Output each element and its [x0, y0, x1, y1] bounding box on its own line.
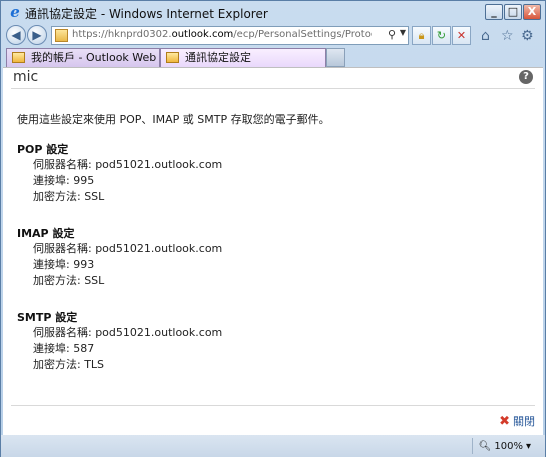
- mail-favicon-icon: [166, 52, 179, 63]
- window-controls: _ □ X: [485, 4, 541, 20]
- tab-my-account[interactable]: 我的帳戶 - Outlook Web App: [6, 48, 181, 67]
- home-icon[interactable]: ⌂: [481, 28, 490, 44]
- intro-text: 使用這些設定來使用 POP、IMAP 或 SMTP 存取您的電子郵件。: [17, 113, 330, 126]
- zoom-control[interactable]: 🔍︎ 100% ▾: [471, 438, 531, 454]
- mail-favicon-icon: [12, 52, 25, 63]
- divider: [11, 88, 535, 89]
- navigation-bar: ◀ ▶ https://hknprd0302.outlook.com/ecp/P…: [1, 23, 545, 47]
- address-url[interactable]: https://hknprd0302.outlook.com/ecp/Perso…: [72, 29, 372, 40]
- zoom-magnifier-icon: 🔍︎: [478, 440, 492, 452]
- pop-settings-section: POP 設定 伺服器名稱: pod51021.outlook.com 連接埠: …: [17, 141, 222, 205]
- browser-window: e 通訊協定設定 - Windows Internet Explorer _ □…: [0, 0, 546, 457]
- tab-label: 我的帳戶 - Outlook Web App: [31, 51, 182, 64]
- port: 連接埠: 587: [33, 342, 95, 355]
- internet-explorer-icon: e: [10, 3, 20, 21]
- page-content: mic ? 使用這些設定來使用 POP、IMAP 或 SMTP 存取您的電子郵件…: [3, 67, 543, 435]
- refresh-icon[interactable]: ↻: [432, 26, 451, 45]
- search-icon[interactable]: ⚲: [388, 28, 396, 41]
- close-x-icon: ✖: [499, 413, 510, 429]
- encryption-method: 加密方法: SSL: [33, 190, 105, 203]
- encryption-method: 加密方法: SSL: [33, 274, 105, 287]
- port: 連接埠: 993: [33, 258, 95, 271]
- server-name: 伺服器名稱: pod51021.outlook.com: [33, 326, 223, 339]
- zoom-level: 100%: [494, 440, 523, 452]
- status-bar: 🔍︎ 100% ▾: [1, 435, 545, 457]
- smtp-settings-section: SMTP 設定 伺服器名稱: pod51021.outlook.com 連接埠:…: [17, 309, 222, 373]
- address-bar[interactable]: https://hknprd0302.outlook.com/ecp/Perso…: [51, 26, 409, 45]
- address-dropdown-icon[interactable]: ▼: [400, 28, 406, 37]
- close-window-button[interactable]: X: [523, 4, 541, 20]
- lock-icon[interactable]: 🔒︎: [412, 26, 431, 45]
- page-title: mic: [13, 69, 39, 85]
- window-title: 通訊協定設定 - Windows Internet Explorer: [25, 7, 268, 21]
- tab-strip: 我的帳戶 - Outlook Web App 通訊協定設定: [1, 47, 545, 67]
- server-name: 伺服器名稱: pod51021.outlook.com: [33, 158, 223, 171]
- new-tab-button[interactable]: [326, 48, 345, 67]
- tab-protocol-settings[interactable]: 通訊協定設定: [160, 48, 326, 67]
- favorites-star-icon[interactable]: ☆: [501, 28, 514, 44]
- section-title: SMTP 設定: [17, 311, 78, 324]
- port: 連接埠: 995: [33, 174, 95, 187]
- minimize-button[interactable]: _: [485, 4, 503, 20]
- maximize-button[interactable]: □: [504, 4, 522, 20]
- back-button[interactable]: ◀: [6, 25, 26, 45]
- server-name: 伺服器名稱: pod51021.outlook.com: [33, 242, 223, 255]
- encryption-method: 加密方法: TLS: [33, 358, 105, 371]
- tools-gear-icon[interactable]: ⚙: [521, 28, 534, 44]
- close-button[interactable]: ✖ 關閉: [499, 413, 535, 429]
- section-title: IMAP 設定: [17, 227, 75, 240]
- section-title: POP 設定: [17, 143, 69, 156]
- title-bar: e 通訊協定設定 - Windows Internet Explorer _ □…: [1, 1, 545, 23]
- stop-icon[interactable]: ✕: [452, 26, 471, 45]
- page-icon: [55, 29, 68, 42]
- close-label: 關閉: [513, 415, 535, 428]
- divider: [11, 405, 535, 406]
- zoom-dropdown-icon: ▾: [525, 440, 531, 452]
- forward-button[interactable]: ▶: [27, 25, 47, 45]
- help-icon[interactable]: ?: [519, 70, 533, 84]
- imap-settings-section: IMAP 設定 伺服器名稱: pod51021.outlook.com 連接埠:…: [17, 225, 222, 289]
- tab-label: 通訊協定設定: [185, 51, 251, 64]
